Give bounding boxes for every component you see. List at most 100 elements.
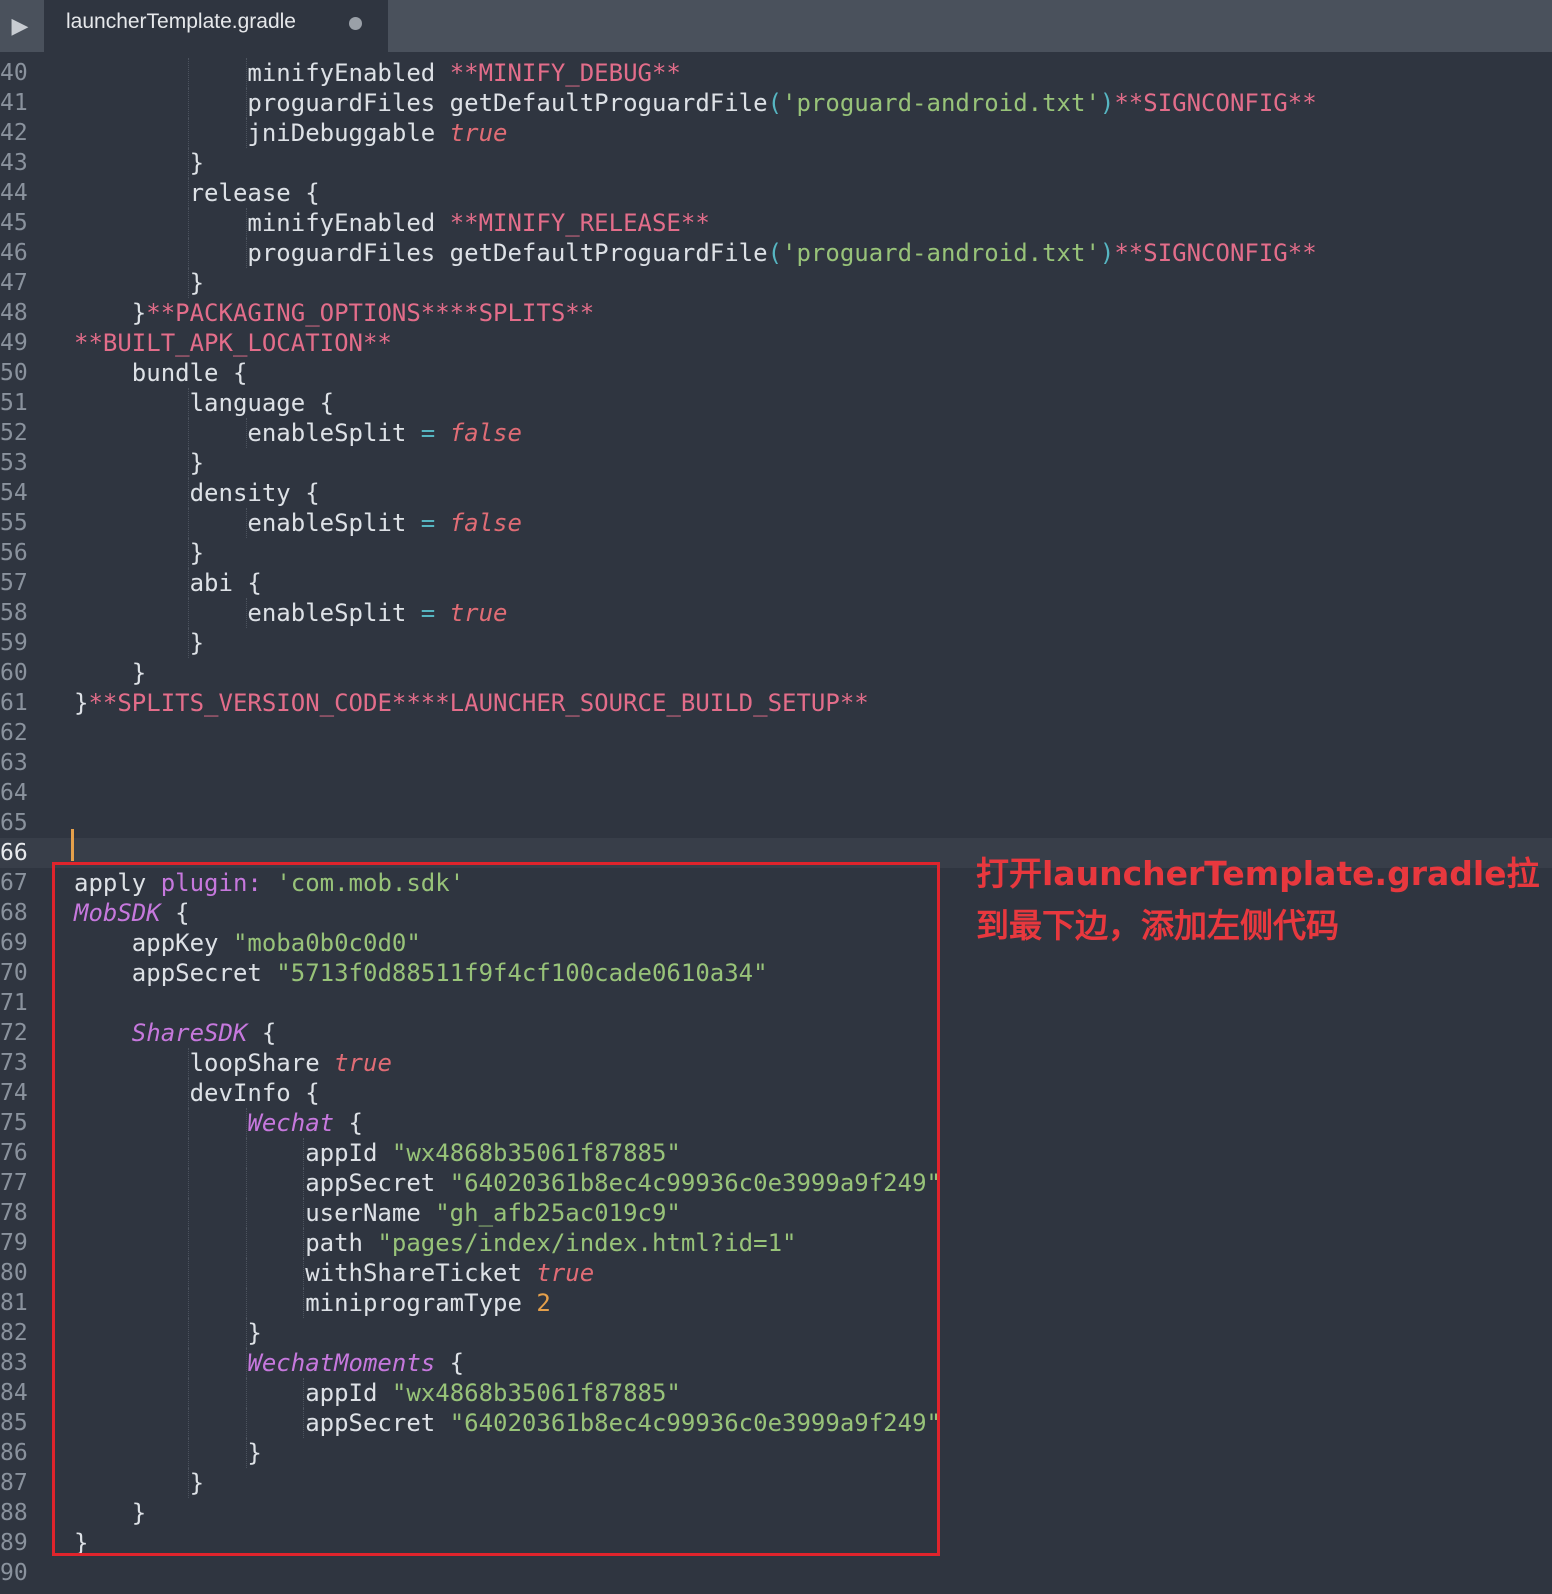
code-text: }**SPLITS_VERSION_CODE****LAUNCHER_SOURC…	[74, 688, 869, 718]
code-line[interactable]: 49 **BUILT_APK_LOCATION**	[0, 328, 1552, 358]
code-text: }	[74, 268, 204, 298]
code-text: }	[74, 658, 146, 688]
code-text: enableSplit = false	[74, 418, 522, 448]
code-token: **PACKAGING_OPTIONS****SPLITS**	[146, 299, 595, 327]
line-number: 47	[0, 270, 28, 296]
code-text: }	[74, 148, 204, 178]
code-token: minifyEnabled	[247, 209, 450, 237]
code-text: }	[74, 448, 204, 478]
line-number: 87	[0, 1470, 28, 1496]
line-number: 75	[0, 1110, 28, 1136]
code-token: }	[131, 659, 147, 687]
line-number: 50	[0, 360, 28, 386]
code-token: proguardFiles getDefaultProguardFile	[247, 89, 768, 117]
code-token: release {	[189, 179, 320, 207]
code-token: **SIGNCONFIG**	[1114, 239, 1317, 267]
code-line[interactable]: 54 density {	[0, 478, 1552, 508]
code-line[interactable]: 55 enableSplit = false	[0, 508, 1552, 538]
code-text: proguardFiles getDefaultProguardFile('pr…	[74, 238, 1317, 268]
code-token: **MINIFY_DEBUG**	[449, 59, 681, 87]
line-number: 68	[0, 900, 28, 926]
code-token: 'proguard-android.txt'	[782, 89, 1100, 117]
code-line[interactable]: 56 }	[0, 538, 1552, 568]
code-token: abi {	[189, 569, 262, 597]
code-line[interactable]: 47 }	[0, 268, 1552, 298]
annotation-text: 打开launcherTemplate.gradle拉 到最下边，添加左侧代码	[976, 848, 1540, 952]
code-line[interactable]: 57 abi {	[0, 568, 1552, 598]
line-number: 57	[0, 570, 28, 596]
code-line[interactable]: 63	[0, 748, 1552, 778]
line-number: 44	[0, 180, 28, 206]
code-token: density {	[189, 479, 320, 507]
code-line[interactable]: 62	[0, 718, 1552, 748]
code-token: (	[767, 239, 783, 267]
code-line[interactable]: 43 }	[0, 148, 1552, 178]
code-line[interactable]: 50 bundle {	[0, 358, 1552, 388]
line-number: 67	[0, 870, 28, 896]
tab-launcher-template[interactable]: launcherTemplate.gradle	[44, 0, 388, 52]
annotation-highlight-box	[52, 862, 940, 1556]
line-number: 69	[0, 930, 28, 956]
line-number: 90	[0, 1560, 28, 1586]
code-line[interactable]: 48 }**PACKAGING_OPTIONS****SPLITS**	[0, 298, 1552, 328]
line-number: 49	[0, 330, 28, 356]
line-number: 74	[0, 1080, 28, 1106]
code-line[interactable]: 41 proguardFiles getDefaultProguardFile(…	[0, 88, 1552, 118]
line-number: 51	[0, 390, 28, 416]
line-number: 52	[0, 420, 28, 446]
code-line[interactable]: 40 minifyEnabled **MINIFY_DEBUG**	[0, 58, 1552, 88]
code-line[interactable]: 90	[0, 1558, 1552, 1588]
code-line[interactable]: 61}**SPLITS_VERSION_CODE****LAUNCHER_SOU…	[0, 688, 1552, 718]
annotation-line-2: 到最下边，添加左侧代码	[976, 906, 1339, 945]
code-line[interactable]: 64	[0, 778, 1552, 808]
code-line[interactable]: 51 language {	[0, 388, 1552, 418]
code-line[interactable]: 60 }	[0, 658, 1552, 688]
line-number: 48	[0, 300, 28, 326]
code-token: enableSplit	[247, 599, 421, 627]
code-line[interactable]: 45 minifyEnabled **MINIFY_RELEASE**	[0, 208, 1552, 238]
line-number: 56	[0, 540, 28, 566]
tab-bar: ▶ launcherTemplate.gradle	[0, 0, 1552, 52]
code-line[interactable]: 44 release {	[0, 178, 1552, 208]
line-number: 77	[0, 1170, 28, 1196]
code-token: =	[420, 419, 436, 447]
line-number: 46	[0, 240, 28, 266]
code-token: minifyEnabled	[247, 59, 450, 87]
unsaved-dot-icon[interactable]	[349, 17, 362, 30]
code-text: enableSplit = false	[74, 508, 522, 538]
code-token: }	[189, 449, 205, 477]
line-number: 63	[0, 750, 28, 776]
code-line[interactable]: 58 enableSplit = true	[0, 598, 1552, 628]
code-token: proguardFiles getDefaultProguardFile	[247, 239, 768, 267]
line-number: 64	[0, 780, 28, 806]
code-text: **BUILT_APK_LOCATION**	[74, 328, 392, 358]
code-line[interactable]: 52 enableSplit = false	[0, 418, 1552, 448]
line-number: 79	[0, 1230, 28, 1256]
code-text: abi {	[74, 568, 262, 598]
code-line[interactable]: 59 }	[0, 628, 1552, 658]
line-number: 86	[0, 1440, 28, 1466]
code-token: }	[189, 629, 205, 657]
code-token: true	[449, 119, 508, 147]
line-number: 71	[0, 990, 28, 1016]
code-text: proguardFiles getDefaultProguardFile('pr…	[74, 88, 1317, 118]
code-token: =	[420, 599, 436, 627]
line-number: 45	[0, 210, 28, 236]
code-token: )	[1099, 89, 1115, 117]
code-token: **SIGNCONFIG**	[1114, 89, 1317, 117]
code-line[interactable]: 46 proguardFiles getDefaultProguardFile(…	[0, 238, 1552, 268]
line-number: 73	[0, 1050, 28, 1076]
line-number: 89	[0, 1530, 28, 1556]
code-token: }	[189, 149, 205, 177]
code-line[interactable]: 65	[0, 808, 1552, 838]
line-number: 72	[0, 1020, 28, 1046]
code-token: }	[131, 299, 147, 327]
code-token: (	[767, 89, 783, 117]
code-line[interactable]: 53 }	[0, 448, 1552, 478]
code-line[interactable]: 42 jniDebuggable true	[0, 118, 1552, 148]
play-icon[interactable]: ▶	[0, 0, 40, 52]
code-text: enableSplit = true	[74, 598, 507, 628]
line-number: 70	[0, 960, 28, 986]
line-number: 76	[0, 1140, 28, 1166]
